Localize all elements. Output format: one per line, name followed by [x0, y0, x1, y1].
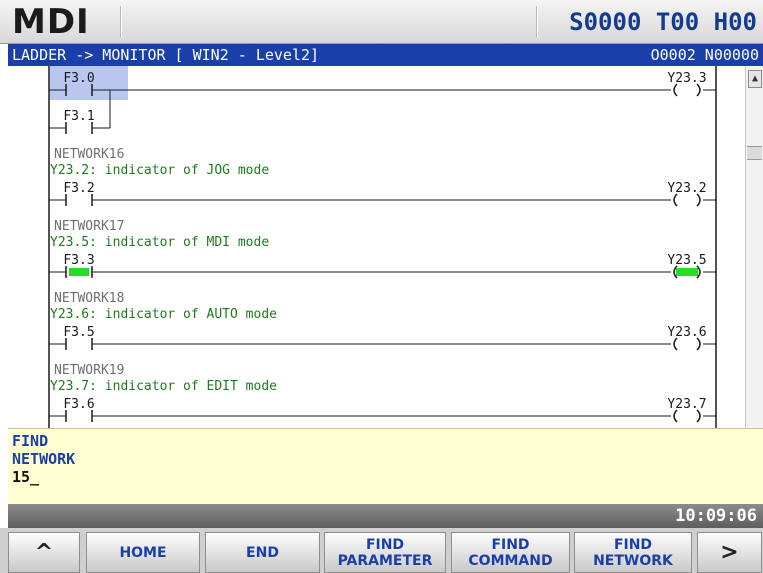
softkey-end[interactable]: END: [205, 532, 320, 573]
network-label: NETWORK18: [54, 291, 124, 306]
find-panel: FIND NETWORK 15_: [8, 428, 763, 504]
softkey-next[interactable]: >: [697, 532, 762, 573]
scroll-up-arrow-icon[interactable]: ▲: [748, 70, 762, 88]
ladder-diagram[interactable]: F3.0 F3.1 Y23.3 NETWORK16 Y23.2: indicator o…: [8, 66, 745, 428]
top-header: MDI S0000 T00 H00: [0, 0, 763, 44]
ladder-canvas: F3.0 F3.1 Y23.3 NETWORK16Y23.2: indicator o…: [48, 66, 717, 428]
network-label: NETWORK19: [54, 363, 124, 378]
header-divider: [536, 6, 538, 38]
find-prompt-title: FIND: [12, 432, 49, 450]
softkey-find-network-label: NETWORK: [593, 552, 673, 569]
find-prompt-target: NETWORK: [12, 450, 76, 468]
contact-address: F3.6: [63, 397, 94, 412]
contact-address: F3.5: [63, 325, 94, 340]
header-divider: [120, 6, 122, 38]
program-number: O0002 N00000: [650, 46, 759, 64]
softkey-end-label: END: [246, 544, 279, 561]
softkey-find-command[interactable]: FIND COMMAND: [451, 532, 570, 573]
find-input-field[interactable]: 15_: [12, 468, 39, 486]
softkey-find-command-label: FIND: [491, 536, 530, 553]
softkey-prev[interactable]: ^: [8, 532, 80, 573]
softkey-find-command-label: COMMAND: [468, 552, 553, 569]
scroll-thumb[interactable]: [747, 146, 762, 160]
softkey-find-parameter-label: FIND: [365, 536, 405, 553]
softkey-find-parameter-label: PARAMETER: [337, 552, 433, 569]
rung-comment: Y23.5: indicator of MDI mode: [50, 235, 269, 250]
coil-address: Y23.2: [667, 181, 706, 196]
softkey-home-label: HOME: [119, 544, 167, 561]
coil-energized-indicator: [676, 268, 698, 276]
coil-address: Y23.6: [667, 325, 706, 340]
coil-address: Y23.3: [667, 71, 706, 86]
contact-address: F3.3: [63, 253, 94, 268]
softkey-prev-label: ^: [34, 539, 54, 565]
screen-path: LADDER -> MONITOR [ WIN2 - Level2]: [12, 46, 320, 64]
softkey-bar: ^ HOME END FIND PARAMETER FIND COMMAND FIND NETW…: [0, 528, 763, 573]
rung-comment: Y23.7: indicator of EDIT mode: [50, 379, 277, 394]
network-label: NETWORK16: [54, 147, 124, 162]
rung-comment: Y23.6: indicator of AUTO mode: [50, 307, 277, 322]
status-bar: 10:09:06: [8, 504, 763, 528]
window-title-bar: LADDER -> MONITOR [ WIN2 - Level2] O0002…: [8, 44, 763, 66]
contact-address: F3.0: [63, 71, 94, 86]
contact-address: F3.1: [63, 109, 94, 124]
softkey-find-network[interactable]: FIND NETWORK: [574, 532, 692, 573]
softkey-next-label: >: [720, 539, 739, 565]
rung-comment: Y23.2: indicator of JOG mode: [50, 163, 269, 178]
softkey-home[interactable]: HOME: [86, 532, 200, 573]
softkey-find-parameter[interactable]: FIND PARAMETER: [324, 532, 446, 573]
contact-energized-indicator: [69, 268, 89, 276]
softkey-find-network-label: FIND: [613, 536, 653, 553]
contact-address: F3.2: [63, 181, 94, 196]
mode-indicator: MDI: [12, 2, 90, 42]
spindle-tool-status: S0000 T00 H00: [569, 8, 757, 36]
network-label: NETWORK17: [54, 219, 124, 234]
coil-address: Y23.7: [667, 397, 706, 412]
clock: 10:09:06: [675, 506, 757, 526]
coil-address: Y23.5: [667, 253, 706, 268]
ladder-scrollbar[interactable]: ▲: [745, 66, 763, 428]
